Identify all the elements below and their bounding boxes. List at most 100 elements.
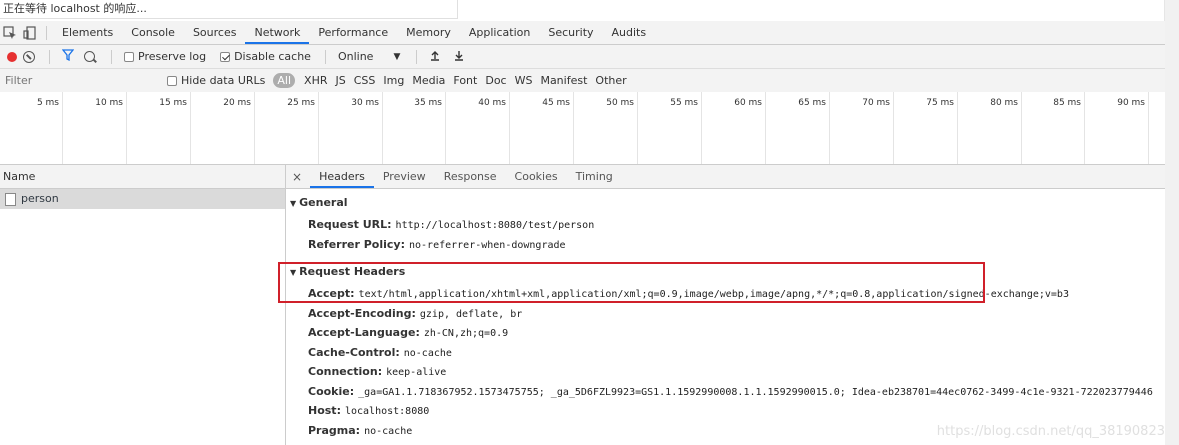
devtools-tab-bar: Elements Console Sources Network Performance… (0, 21, 1165, 45)
timeline-tick-label: 65 ms (798, 98, 826, 108)
request-details: × Headers Preview Response Cookies Timing ▼ G… (286, 165, 1165, 445)
import-har-icon[interactable] (430, 50, 440, 64)
close-icon[interactable]: × (292, 170, 302, 184)
header-row[interactable]: Cache-Control: no-cache (308, 346, 452, 359)
hide-data-urls-checkbox[interactable] (167, 75, 177, 86)
search-icon[interactable] (84, 51, 95, 62)
header-row[interactable]: Cookie: _ga=GA1.1.718367952.1573475755; _… (308, 385, 1153, 398)
general-title-text: General (299, 196, 348, 209)
request-list: Name person (0, 165, 286, 445)
filter-icon[interactable] (61, 49, 75, 64)
header-row[interactable]: Request URL: http://localhost:8080/test/p… (308, 218, 594, 231)
tab-elements[interactable]: Elements (53, 21, 122, 44)
header-row[interactable]: Referrer Policy: no-referrer-when-downgra… (308, 238, 566, 251)
header-value: http://localhost:8080/test/person (395, 220, 595, 231)
type-filter-xhr[interactable]: XHR (300, 74, 331, 87)
main-tabs: Elements Console Sources Network Performance… (53, 21, 655, 44)
toolbar-divider (46, 25, 47, 40)
timeline-overview[interactable]: 5 ms 10 ms 15 ms 20 ms 25 ms 30 ms 35 ms 40 ms 4… (0, 92, 1165, 165)
toolbar-divider (111, 49, 112, 64)
timeline-tick-label: 55 ms (670, 98, 698, 108)
timeline-tick-label: 90 ms (1117, 98, 1145, 108)
tab-audits[interactable]: Audits (603, 21, 656, 44)
timeline-tick-label: 35 ms (414, 98, 442, 108)
preserve-log-label: Preserve log (138, 50, 207, 63)
timeline-tick-label: 15 ms (159, 98, 187, 108)
type-filter-js[interactable]: JS (332, 74, 350, 87)
throttle-select[interactable]: Online (338, 50, 373, 63)
header-row[interactable]: Host: localhost:8080 (308, 404, 429, 417)
type-filter-img[interactable]: Img (379, 74, 408, 87)
timeline-tick-label: 25 ms (287, 98, 315, 108)
header-value: zh-CN,zh;q=0.9 (423, 328, 509, 339)
timeline-gridline (829, 92, 830, 164)
tab-sources[interactable]: Sources (184, 21, 246, 44)
header-key: Request URL: (308, 218, 392, 231)
device-toolbar-icon[interactable] (20, 23, 40, 43)
type-filter-ws[interactable]: WS (511, 74, 537, 87)
tab-console[interactable]: Console (122, 21, 184, 44)
timeline-tick-label: 5 ms (36, 98, 59, 108)
timeline-gridline (190, 92, 191, 164)
header-row[interactable]: Pragma: no-cache (308, 424, 412, 437)
name-column-header[interactable]: Name (0, 165, 285, 189)
export-har-icon[interactable] (454, 50, 464, 64)
timeline-tick-label: 30 ms (351, 98, 379, 108)
tab-memory[interactable]: Memory (397, 21, 460, 44)
header-row[interactable]: Connection: keep-alive (308, 365, 446, 378)
header-value: no-referrer-when-downgrade (409, 239, 566, 251)
type-filter-media[interactable]: Media (408, 74, 449, 87)
detail-tab-headers[interactable]: Headers (310, 165, 374, 188)
page-blank-area (458, 0, 1179, 19)
timeline-gridline (637, 92, 638, 164)
filter-input[interactable] (0, 69, 152, 92)
chevron-down-icon[interactable]: ▼ (393, 52, 400, 62)
preserve-log-checkbox[interactable] (124, 51, 134, 62)
header-key: Accept-Encoding: (308, 306, 416, 320)
timeline-tick-label: 75 ms (926, 98, 954, 108)
detail-tab-timing[interactable]: Timing (567, 165, 622, 188)
header-value: no-cache (364, 425, 413, 437)
type-filter-doc[interactable]: Doc (481, 74, 510, 87)
type-filter-manifest[interactable]: Manifest (536, 74, 591, 87)
header-key: Referrer Policy: (308, 237, 405, 251)
timeline-tick-label: 70 ms (862, 98, 890, 108)
clear-icon[interactable] (23, 50, 35, 63)
watermark-text: https://blog.csdn.net/qq_38190823 (936, 424, 1165, 439)
header-value: _ga=GA1.1.718367952.1573475755; _ga_5D6F… (358, 386, 1153, 398)
timeline-gridline (957, 92, 958, 164)
header-value: keep-alive (386, 367, 447, 378)
disable-cache-checkbox[interactable] (220, 51, 231, 62)
record-button[interactable] (7, 51, 17, 62)
tab-application[interactable]: Application (460, 21, 539, 44)
detail-tab-cookies[interactable]: Cookies (506, 165, 567, 188)
timeline-tick-label: 10 ms (95, 98, 123, 108)
timeline-tick-label: 20 ms (223, 98, 251, 108)
type-filter-all[interactable]: All (273, 73, 296, 88)
header-row[interactable]: Accept-Encoding: gzip, deflate, br (308, 307, 522, 320)
type-filter-other[interactable]: Other (591, 74, 630, 87)
detail-tab-response[interactable]: Response (435, 165, 506, 188)
expand-triangle-icon: ▼ (290, 199, 297, 208)
timeline-gridline (445, 92, 446, 164)
filter-bar: Hide data URLs All XHRJSCSSImgMediaFontDo… (0, 69, 1165, 93)
timeline-tick-label: 80 ms (990, 98, 1018, 108)
timeline-gridline (765, 92, 766, 164)
tab-performance[interactable]: Performance (309, 21, 397, 44)
type-filter-css[interactable]: CSS (350, 74, 380, 87)
request-row[interactable]: person (0, 189, 285, 209)
vertical-scrollbar[interactable] (1164, 0, 1179, 445)
tab-security[interactable]: Security (539, 21, 602, 44)
timeline-gridline (318, 92, 319, 164)
general-section-title[interactable]: ▼ General (290, 196, 348, 209)
resource-type-filters: All XHR JS CSS Img Media Font Doc WS Manifest Othe… (273, 73, 630, 88)
request-name: person (21, 192, 59, 205)
annotation-highlight-box (278, 262, 985, 303)
type-filter-font[interactable]: Font (449, 74, 481, 87)
header-key: Host: (308, 404, 341, 417)
header-row[interactable]: Accept-Language: zh-CN,zh;q=0.9 (308, 326, 508, 339)
tab-network[interactable]: Network (245, 21, 310, 44)
detail-tab-preview[interactable]: Preview (374, 165, 435, 188)
inspect-element-icon[interactable] (0, 23, 20, 43)
header-value: no-cache (403, 347, 452, 359)
